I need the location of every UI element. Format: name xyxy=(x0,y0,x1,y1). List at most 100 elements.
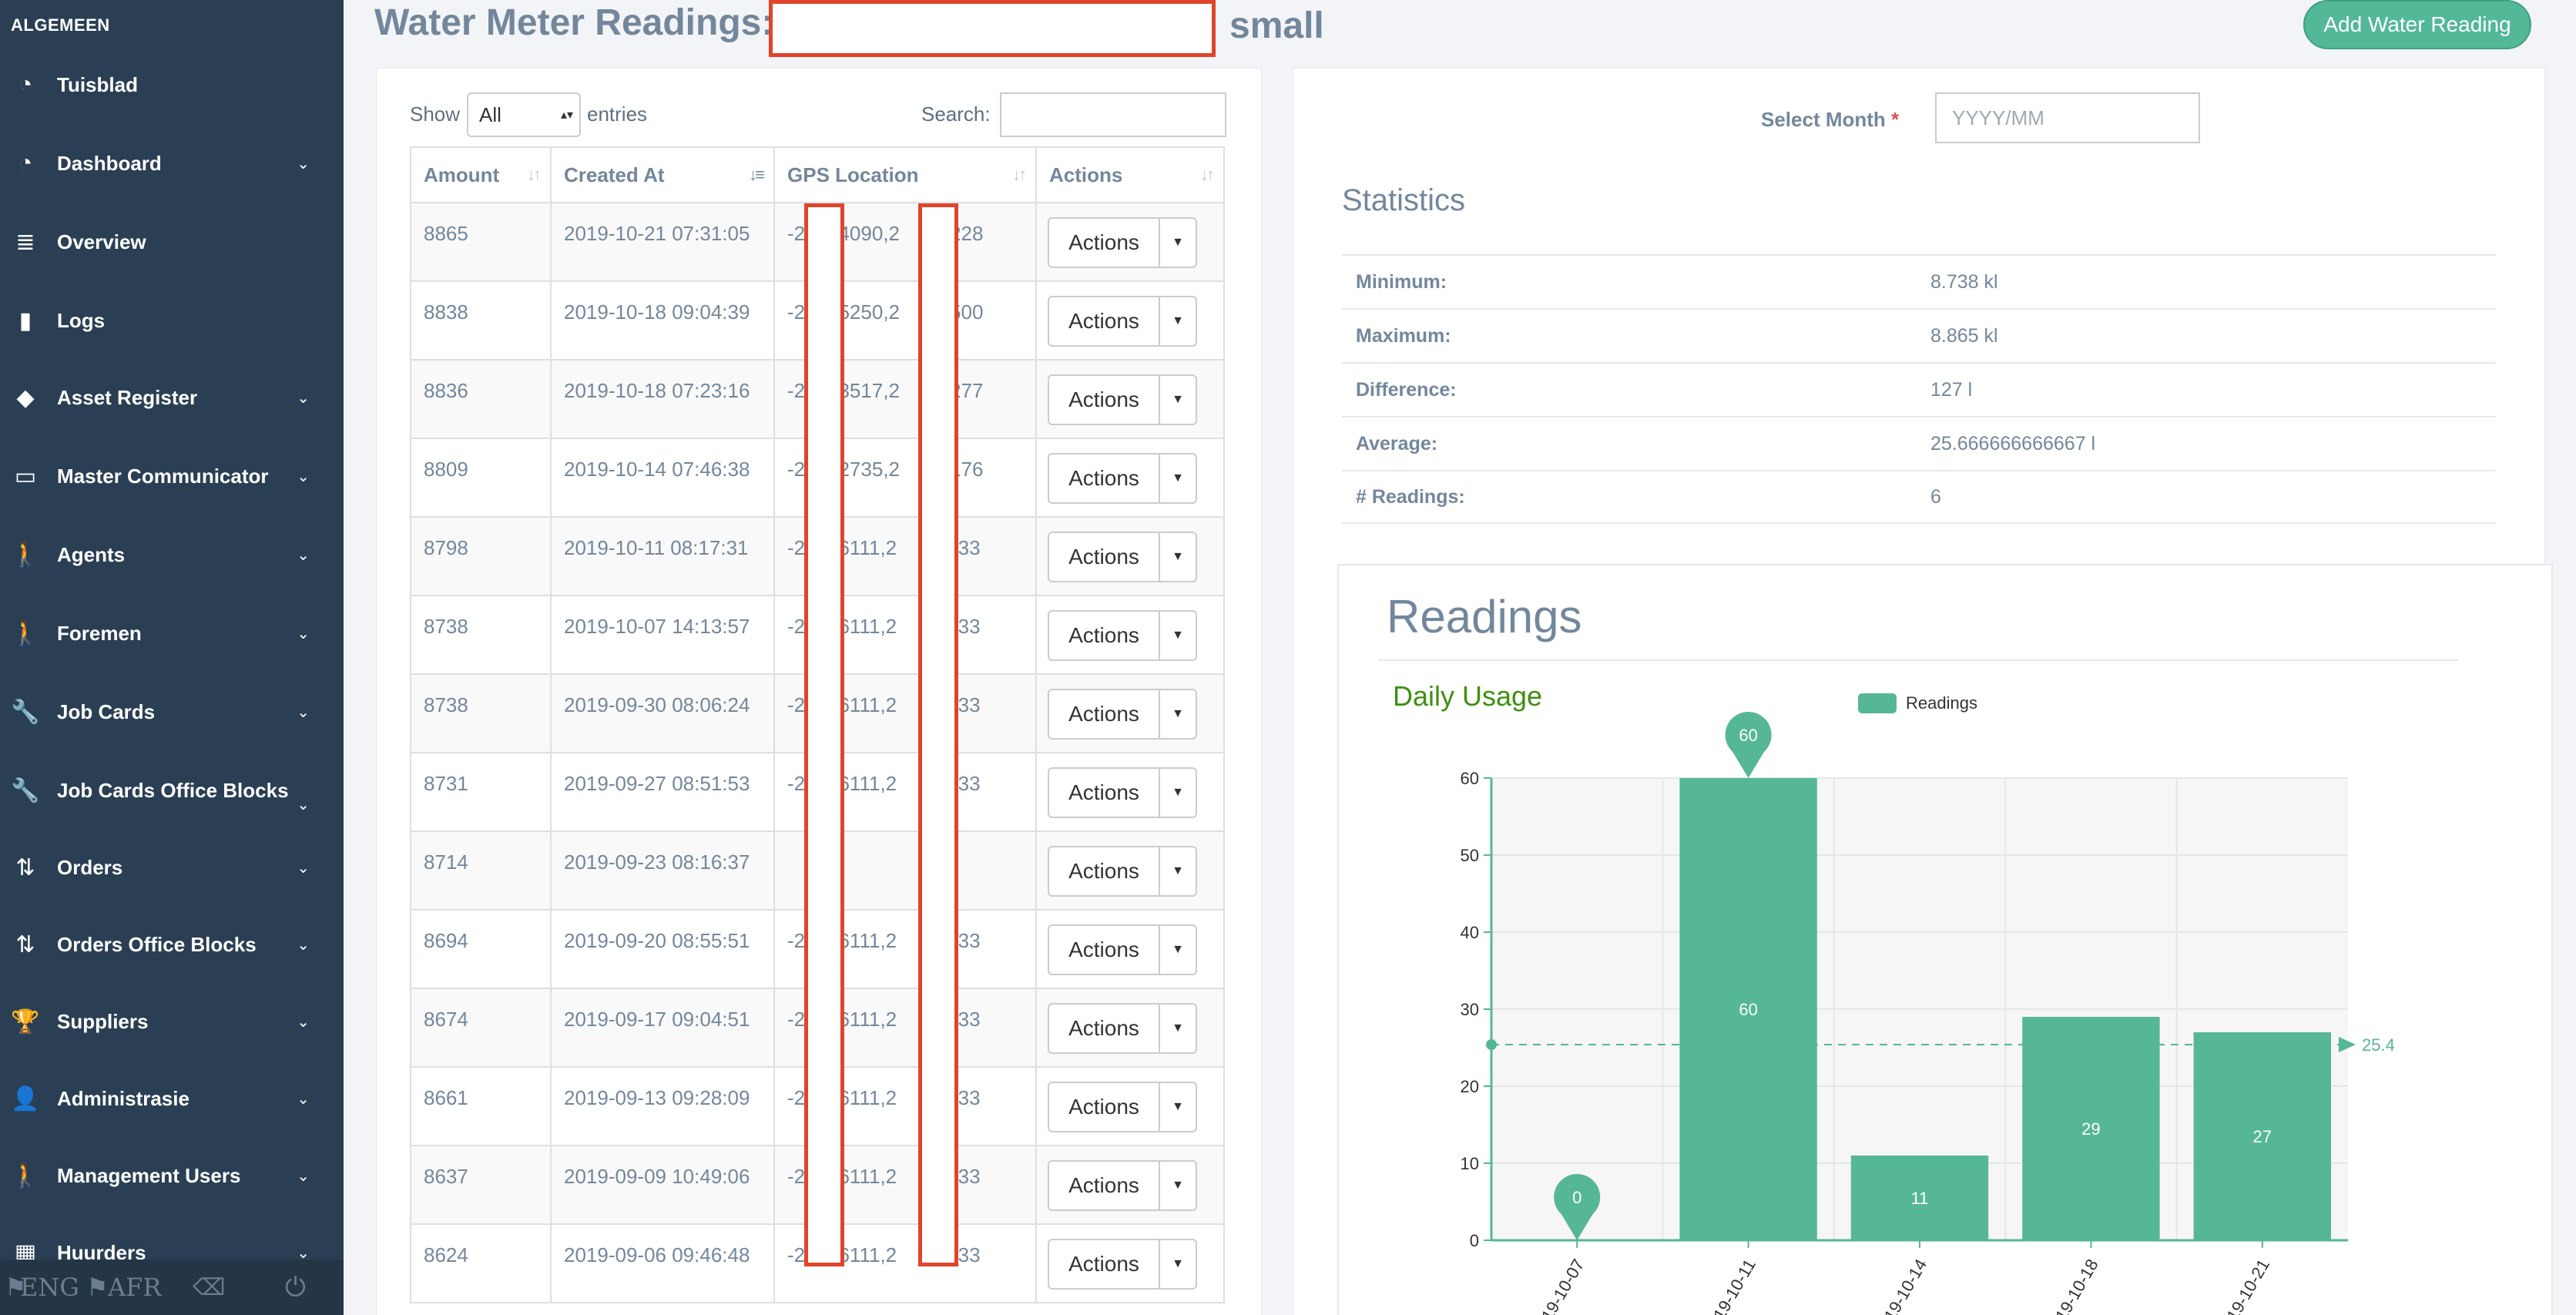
actions-button[interactable]: Actions xyxy=(1048,453,1160,504)
created-at-cell: 2019-10-18 07:23:16 xyxy=(550,359,775,439)
sidebar-item-agents[interactable]: 🚶 Agents ⌄ xyxy=(0,532,344,578)
y-tick-label: 50 xyxy=(1461,846,1479,865)
actions-button[interactable]: Actions xyxy=(1048,689,1160,740)
sidebar-item-administrasie[interactable]: 👤 Administrasie ⌄ xyxy=(0,1075,344,1122)
average-line-start xyxy=(1486,1039,1497,1050)
required-mark: * xyxy=(1891,108,1900,131)
column-header-gps-location[interactable]: GPS Location ↓↑ xyxy=(773,146,1037,203)
caret-down-icon[interactable]: ▼ xyxy=(1160,1082,1197,1132)
sidebar-item-suppliers[interactable]: 🏆 Suppliers ⌄ xyxy=(0,998,344,1045)
entries-label: entries xyxy=(587,102,648,126)
language-afr[interactable]: AFR xyxy=(108,1273,161,1302)
caret-down-icon[interactable]: ▼ xyxy=(1160,689,1197,740)
chevron-down-icon: ⌄ xyxy=(297,1167,310,1185)
sidebar-item-master-communicator[interactable]: ▭ Master Communicator ⌄ xyxy=(0,453,344,499)
show-label: Show xyxy=(410,102,461,126)
y-tick-label: 10 xyxy=(1461,1154,1479,1173)
actions-button[interactable]: Actions xyxy=(1048,532,1160,582)
amount-cell: 8809 xyxy=(410,438,552,518)
redaction-box xyxy=(918,203,958,1266)
sidebar-item-label: Management Users xyxy=(57,1163,241,1187)
created-at-cell: 2019-10-18 09:04:39 xyxy=(550,280,775,361)
column-header-amount[interactable]: Amount ↓↑ xyxy=(410,146,552,203)
caret-down-icon[interactable]: ▼ xyxy=(1160,1003,1197,1054)
caret-down-icon[interactable]: ▼ xyxy=(1160,296,1197,347)
language-eng[interactable]: ENG xyxy=(20,1273,79,1302)
actions-cell: Actions ▼ xyxy=(1035,1066,1225,1146)
sidebar-item-label: Master Communicator xyxy=(57,464,269,488)
file-icon: ▮ xyxy=(18,307,32,334)
caret-down-icon[interactable]: ▼ xyxy=(1160,453,1197,504)
amount-cell: 8694 xyxy=(410,909,552,989)
x-tick-label: 2019-10-18 xyxy=(2042,1256,2102,1315)
column-header-actions[interactable]: Actions ↓↑ xyxy=(1035,146,1225,203)
actions-button[interactable]: Actions xyxy=(1048,1160,1160,1211)
actions-cell: Actions ▼ xyxy=(1035,673,1225,753)
actions-button[interactable]: Actions xyxy=(1048,610,1160,661)
select-month-label: Select Month * xyxy=(1761,108,1899,132)
column-header-label: Actions xyxy=(1049,163,1123,186)
caret-down-icon[interactable]: ▼ xyxy=(1160,767,1197,818)
flag-icon[interactable]: ⚑ xyxy=(86,1273,109,1302)
stat-key: Difference: xyxy=(1356,378,1457,401)
average-line-label: 25.4 xyxy=(2362,1035,2395,1055)
actions-button[interactable]: Actions xyxy=(1048,1239,1160,1290)
caret-down-icon[interactable]: ▼ xyxy=(1160,1239,1197,1290)
amount-cell: 8738 xyxy=(410,595,552,675)
sidebar-item-dashboard[interactable]: ◔ Dashboard ⌄ xyxy=(0,140,344,186)
sidebar-item-job-cards[interactable]: 🔧 Job Cards ⌄ xyxy=(0,689,344,735)
bar-value-label: 60 xyxy=(1739,1000,1757,1019)
power-icon[interactable]: ⏻ xyxy=(285,1272,306,1303)
sidebar-item-orders[interactable]: ⇅ Orders ⌄ xyxy=(0,844,344,891)
entries-select[interactable]: All ▴▾ xyxy=(467,92,581,137)
actions-button[interactable]: Actions xyxy=(1048,924,1160,975)
sidebar-item-tuisblad[interactable]: ◔ Tuisblad xyxy=(0,62,344,108)
chart-title: Daily Usage xyxy=(1393,680,1542,712)
amount-cell: 8661 xyxy=(410,1066,552,1146)
caret-down-icon[interactable]: ▼ xyxy=(1160,610,1197,661)
caret-down-icon[interactable]: ▼ xyxy=(1160,1160,1197,1211)
actions-cell: Actions ▼ xyxy=(1035,909,1225,989)
eraser-icon[interactable]: ⌫ xyxy=(193,1274,225,1301)
actions-button[interactable]: Actions xyxy=(1048,846,1160,897)
caret-down-icon[interactable]: ▼ xyxy=(1160,846,1197,897)
add-water-reading-button[interactable]: Add Water Reading xyxy=(2303,0,2531,49)
chevron-down-icon: ⌄ xyxy=(297,625,310,642)
sidebar-item-management-users[interactable]: 🚶 Management Users ⌄ xyxy=(0,1152,344,1199)
created-at-cell: 2019-09-27 08:51:53 xyxy=(550,752,775,832)
inbox-icon: ▭ xyxy=(14,463,37,489)
search-input[interactable] xyxy=(1000,92,1226,137)
actions-button[interactable]: Actions xyxy=(1048,296,1160,347)
sidebar-item-logs[interactable]: ▮ Logs xyxy=(0,297,344,344)
month-input[interactable]: YYYY/MM xyxy=(1935,92,2200,143)
sidebar-item-job-cards-office-blocks[interactable]: 🔧 Job Cards Office Blocks ⌄ xyxy=(0,767,344,814)
chevron-down-icon: ⌄ xyxy=(297,1013,310,1031)
stat-value: 6 xyxy=(1930,485,1941,508)
sidebar-item-overview[interactable]: ≣ Overview xyxy=(0,219,344,265)
sidebar-item-asset-register[interactable]: ◆ Asset Register ⌄ xyxy=(0,374,344,421)
actions-button[interactable]: Actions xyxy=(1048,374,1160,425)
sidebar-item-foremen[interactable]: 🚶 Foremen ⌄ xyxy=(0,610,344,656)
actions-button[interactable]: Actions xyxy=(1048,217,1160,268)
caret-down-icon[interactable]: ▼ xyxy=(1160,924,1197,975)
bar-value-label: 29 xyxy=(2081,1119,2100,1139)
redaction-box xyxy=(769,0,1216,57)
stack-overflow-icon: ≣ xyxy=(15,229,35,255)
column-header-label: Amount xyxy=(424,163,500,186)
actions-button[interactable]: Actions xyxy=(1048,1003,1160,1054)
created-at-cell: 2019-10-11 08:17:31 xyxy=(550,516,775,596)
caret-down-icon[interactable]: ▼ xyxy=(1160,217,1197,268)
stat-key: Maximum: xyxy=(1356,324,1451,347)
caret-down-icon[interactable]: ▼ xyxy=(1160,374,1197,425)
actions-button[interactable]: Actions xyxy=(1048,1082,1160,1132)
sidebar-item-label: Job Cards Office Blocks xyxy=(57,778,289,802)
column-header-label: Created At xyxy=(564,163,665,186)
month-input-placeholder: YYYY/MM xyxy=(1952,106,2044,129)
column-header-created-at[interactable]: Created At ↓≡ xyxy=(550,146,775,203)
legend-label: Readings xyxy=(1906,693,1977,713)
sidebar-item-orders-office-blocks[interactable]: ⇅ Orders Office Blocks ⌄ xyxy=(0,921,344,968)
actions-button[interactable]: Actions xyxy=(1048,767,1160,818)
chevron-down-icon: ⌄ xyxy=(297,546,310,564)
actions-cell: Actions ▼ xyxy=(1035,359,1225,439)
caret-down-icon[interactable]: ▼ xyxy=(1160,532,1197,582)
